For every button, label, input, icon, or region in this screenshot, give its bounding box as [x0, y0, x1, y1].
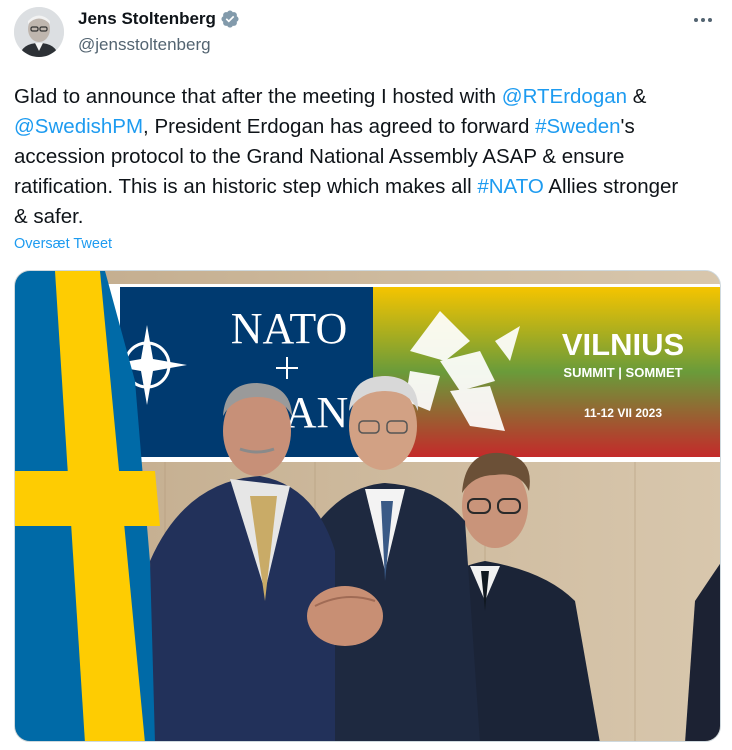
mention-link[interactable]: @RTErdogan	[502, 85, 627, 108]
banner-city-text: VILNIUS	[562, 327, 684, 362]
verified-badge-icon	[220, 9, 240, 29]
banner-dates-text: 11-12 VII 2023	[584, 406, 662, 420]
banner-summit-text: SUMMIT | SOMMET	[563, 365, 682, 380]
hashtag-link[interactable]: #NATO	[477, 175, 543, 198]
more-options-icon[interactable]	[688, 8, 718, 32]
tweet-photo[interactable]: NATO OTAN VILNIUS SUMMIT | SOMMET 11-12 …	[14, 270, 721, 742]
banner-nato-text: NATO	[231, 304, 348, 353]
summit-photo: NATO OTAN VILNIUS SUMMIT | SOMMET 11-12 …	[15, 271, 720, 741]
avatar-portrait	[14, 7, 64, 57]
tweet-text-segment: &	[627, 85, 647, 108]
hashtag-link[interactable]: #Sweden	[535, 115, 620, 138]
author-display-name[interactable]: Jens Stoltenberg	[78, 9, 216, 29]
tweet-text-segment: , President Erdogan has agreed to forwar…	[143, 115, 536, 138]
tweet-text-segment: Glad to announce that after the meeting …	[14, 85, 502, 108]
tweet-card[interactable]: Jens Stoltenberg @jensstoltenberg Glad t…	[0, 0, 732, 750]
author-handle[interactable]: @jensstoltenberg	[78, 35, 211, 55]
mention-link[interactable]: @SwedishPM	[14, 115, 143, 138]
translate-tweet-link[interactable]: Oversæt Tweet	[14, 236, 112, 252]
avatar[interactable]	[14, 7, 64, 57]
author-name-row: Jens Stoltenberg	[78, 9, 240, 29]
clasped-hands	[307, 586, 383, 646]
tweet-text: Glad to announce that after the meeting …	[14, 82, 694, 232]
